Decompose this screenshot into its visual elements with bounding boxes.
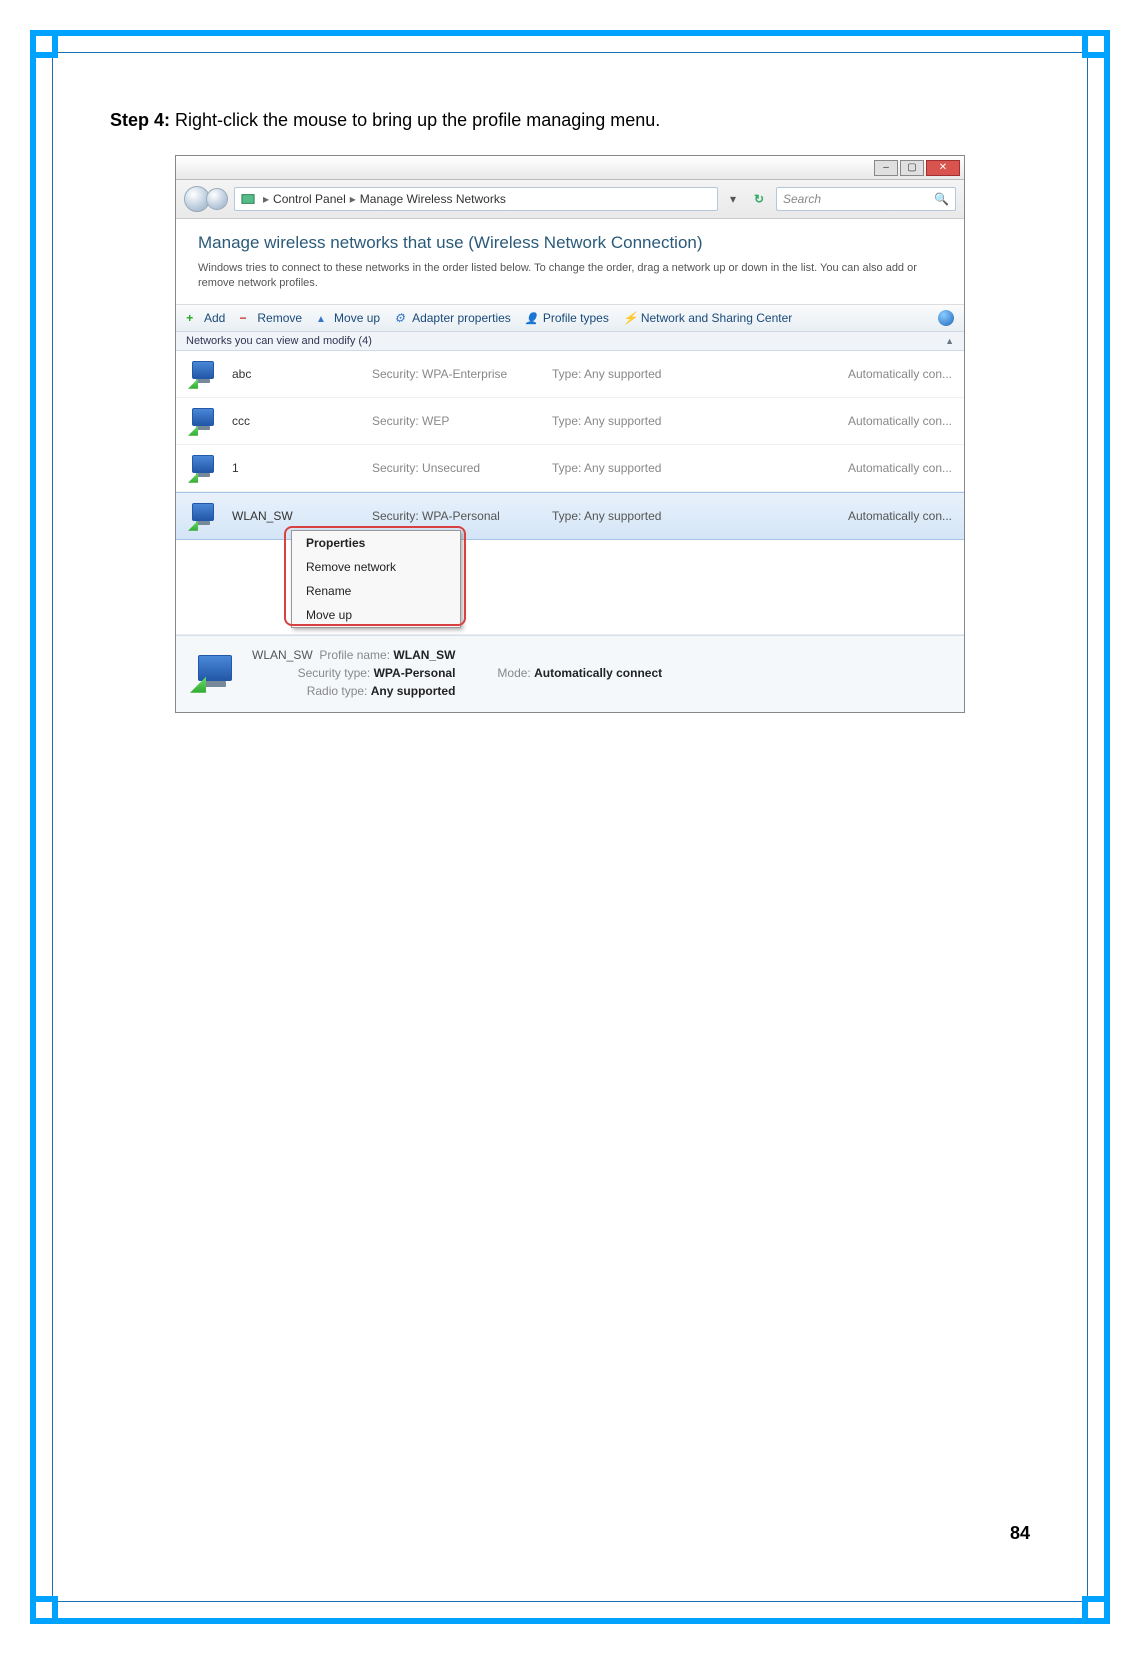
cmd-add[interactable]: Add: [186, 311, 225, 325]
ctx-remove-network[interactable]: Remove network: [292, 555, 460, 579]
command-bar: Add Remove Move up Adapter properties Pr…: [176, 305, 964, 332]
network-name: abc: [232, 367, 362, 381]
search-input[interactable]: Search 🔍: [776, 187, 956, 211]
network-type: Type: Any supported: [552, 367, 722, 381]
network-mode: Automatically con...: [732, 367, 952, 381]
ctx-properties[interactable]: Properties: [292, 531, 460, 555]
search-placeholder: Search: [783, 192, 821, 206]
step-label: Step 4:: [110, 110, 170, 130]
network-icon: [623, 311, 637, 325]
context-menu: Properties Remove network Rename Move up: [291, 530, 461, 628]
address-bar: ▸ Control Panel ▸ Manage Wireless Networ…: [176, 180, 964, 219]
search-icon: 🔍: [934, 192, 949, 206]
forward-button[interactable]: [206, 188, 228, 210]
network-type: Type: Any supported: [552, 509, 722, 523]
gear-icon: [394, 311, 408, 325]
network-name: ccc: [232, 414, 362, 428]
context-menu-area: Properties Remove network Rename Move up: [176, 540, 964, 635]
details-col-1: WLAN_SW Profile name: WLAN_SW Security t…: [252, 646, 455, 700]
breadcrumb-root: Control Panel: [273, 192, 346, 206]
details-name: WLAN_SW: [252, 648, 313, 662]
network-security: Security: Unsecured: [372, 461, 542, 475]
step-text: Step 4: Right-click the mouse to bring u…: [110, 110, 1030, 131]
minimize-button[interactable]: –: [874, 160, 898, 176]
titlebar: – ▢ ✕: [176, 156, 964, 180]
network-row[interactable]: ccc Security: WEP Type: Any supported Au…: [176, 398, 964, 445]
network-row[interactable]: 1 Security: Unsecured Type: Any supporte…: [176, 445, 964, 492]
page-number: 84: [1010, 1523, 1030, 1544]
network-type: Type: Any supported: [552, 461, 722, 475]
network-security: Security: WPA-Personal: [372, 509, 542, 523]
network-row[interactable]: abc Security: WPA-Enterprise Type: Any s…: [176, 351, 964, 398]
network-mode: Automatically con...: [732, 509, 952, 523]
minus-icon: [239, 311, 253, 325]
close-button[interactable]: ✕: [926, 160, 960, 176]
refresh-icon[interactable]: ↻: [748, 192, 770, 206]
ctx-move-up[interactable]: Move up: [292, 603, 460, 627]
breadcrumb-item: Manage Wireless Networks: [360, 192, 506, 206]
cmd-remove[interactable]: Remove: [239, 311, 302, 325]
page-content: Step 4: Right-click the mouse to bring u…: [110, 110, 1030, 1544]
maximize-button[interactable]: ▢: [900, 160, 924, 176]
wifi-profile-icon-large: [190, 653, 240, 693]
network-mode: Automatically con...: [732, 461, 952, 475]
screenshot-window: – ▢ ✕ ▸ Control Panel ▸ Manage Wireless …: [175, 155, 965, 713]
group-header[interactable]: Networks you can view and modify (4): [176, 332, 964, 351]
up-arrow-icon: [316, 311, 330, 325]
network-name: 1: [232, 461, 362, 475]
network-mode: Automatically con...: [732, 414, 952, 428]
breadcrumb[interactable]: ▸ Control Panel ▸ Manage Wireless Networ…: [234, 187, 718, 211]
help-icon[interactable]: [938, 310, 954, 326]
cmd-profiletypes[interactable]: Profile types: [525, 311, 609, 325]
network-type: Type: Any supported: [552, 414, 722, 428]
wifi-profile-icon: [188, 406, 222, 436]
wifi-profile-icon: [188, 453, 222, 483]
network-list: abc Security: WPA-Enterprise Type: Any s…: [176, 351, 964, 635]
step-body: Right-click the mouse to bring up the pr…: [175, 110, 660, 130]
user-icon: [525, 311, 539, 325]
network-security: Security: WPA-Enterprise: [372, 367, 542, 381]
wifi-profile-icon: [188, 359, 222, 389]
details-pane: WLAN_SW Profile name: WLAN_SW Security t…: [176, 635, 964, 712]
cmd-moveup[interactable]: Move up: [316, 311, 380, 325]
network-name: WLAN_SW: [232, 509, 362, 523]
ctx-rename[interactable]: Rename: [292, 579, 460, 603]
details-col-2: Mode: Automatically connect: [497, 664, 662, 682]
page-heading: Manage wireless networks that use (Wirel…: [198, 233, 942, 253]
cmd-adapter[interactable]: Adapter properties: [394, 311, 511, 325]
breadcrumb-dropdown-icon[interactable]: ▾: [724, 192, 742, 206]
page-subtext: Windows tries to connect to these networ…: [198, 261, 942, 292]
cmd-nsc[interactable]: Network and Sharing Center: [623, 311, 792, 325]
panel-icon: [241, 192, 255, 206]
network-security: Security: WEP: [372, 414, 542, 428]
plus-icon: [186, 311, 200, 325]
content-header: Manage wireless networks that use (Wirel…: [176, 219, 964, 305]
wifi-profile-icon: [188, 501, 222, 531]
